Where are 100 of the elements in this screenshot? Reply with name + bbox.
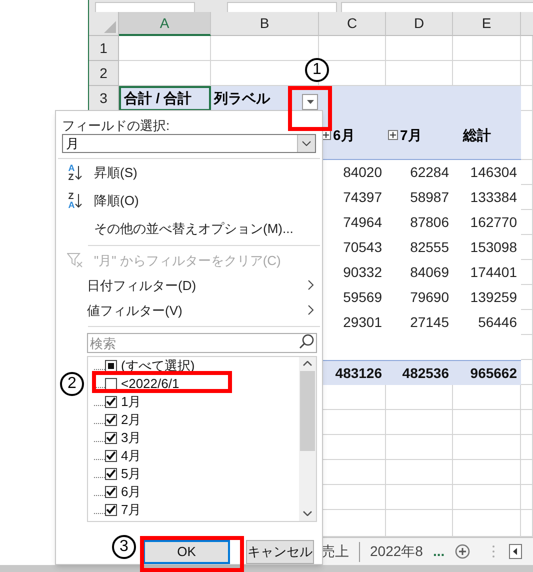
value-cell-text: 84069: [409, 263, 450, 282]
checkbox[interactable]: [105, 414, 117, 426]
grid-cell: [521, 36, 533, 61]
option-label[interactable]: 2月: [121, 410, 142, 430]
grid-cell: [521, 385, 533, 410]
value-cell-text: 79690: [409, 288, 450, 307]
search-field[interactable]: 検索: [87, 333, 317, 354]
value-cell-text: 74397: [342, 188, 383, 207]
menu-item[interactable]: A Z 昇順(S): [56, 158, 322, 187]
row-header[interactable]: 2: [89, 61, 119, 86]
triangle-icon: [104, 21, 116, 33]
grid-cell: [521, 310, 533, 335]
add-sheet-icon[interactable]: [454, 544, 470, 559]
value-cell-text: 84020: [342, 163, 383, 182]
grid-cell: [386, 460, 453, 485]
cancel-button[interactable]: キャンセル: [246, 540, 314, 564]
checkbox[interactable]: [105, 504, 117, 516]
column-header[interactable]: C: [319, 12, 386, 36]
value-cell-text: 90332: [342, 263, 383, 282]
selected-cell[interactable]: 合計 / 合計: [119, 86, 211, 111]
total-cell: 965662: [453, 360, 521, 385]
grid-cell: [521, 360, 533, 385]
value-cell-text: 59569: [342, 288, 383, 307]
checkbox[interactable]: [105, 396, 117, 408]
grid-cell: [521, 185, 533, 210]
option-label[interactable]: 4月: [121, 446, 142, 466]
menu-item[interactable]: Z A 降順(O): [56, 186, 322, 215]
value-cell-text: 153098: [469, 238, 518, 257]
formula-bar-field[interactable]: [227, 2, 337, 12]
value-cell-text: 74964: [342, 213, 383, 232]
row-header[interactable]: 3: [89, 86, 119, 111]
value-cell-text: 56446: [477, 313, 518, 332]
grid-cell: [521, 235, 533, 260]
value-cell-text: 174401: [469, 263, 518, 282]
more-tabs-button[interactable]: ...: [432, 541, 445, 562]
option-label[interactable]: 5月: [121, 464, 142, 484]
value-cell-text: 29301: [342, 313, 383, 332]
checkbox[interactable]: [105, 450, 117, 462]
grid-cell: [521, 460, 533, 485]
ok-button[interactable]: OK: [143, 540, 230, 564]
value-cell-text: 62284: [409, 163, 450, 182]
column-header[interactable]: A: [119, 12, 211, 36]
filter-dropdown-button[interactable]: [302, 94, 318, 110]
column-header[interactable]: E: [453, 12, 521, 36]
pivot-label: 列ラベル: [214, 89, 270, 108]
expand-icon[interactable]: [388, 130, 398, 140]
menu-item[interactable]: その他の並べ替えオプション(M)...: [56, 214, 322, 243]
option-label[interactable]: 6月: [121, 482, 142, 502]
checkbox[interactable]: [105, 432, 117, 444]
checkbox[interactable]: [105, 360, 117, 372]
grid-cell: [521, 86, 533, 111]
pivot-column-header: 6月: [333, 126, 355, 144]
grid-cell: [386, 410, 453, 435]
scroll-left-button[interactable]: [508, 544, 522, 559]
grid-cell: [386, 435, 453, 460]
square-mark-icon: [108, 362, 114, 369]
checkbox[interactable]: [105, 486, 117, 498]
sheet-tab[interactable]: 2022年8: [370, 541, 423, 562]
option-label[interactable]: 7月: [121, 500, 142, 520]
grid-cell: [453, 410, 521, 435]
grid-cell: [521, 111, 533, 160]
menu-item[interactable]: 日付フィルター(D): [56, 272, 322, 298]
column-header[interactable]: B: [211, 12, 319, 36]
grid-cell: [521, 410, 533, 435]
grid-cell: [453, 36, 521, 61]
grid-cell: [453, 385, 521, 410]
annotation-overlay: [288, 86, 332, 131]
value-cell-text: 82555: [409, 238, 450, 257]
value-cell-text: 58987: [409, 188, 450, 207]
menu-item[interactable]: 値フィルター(V): [56, 298, 322, 323]
value-cell-text: 133384: [469, 188, 518, 207]
grid-cell: [521, 335, 533, 360]
scrollbar[interactable]: [299, 356, 316, 521]
checkbox[interactable]: [105, 468, 117, 480]
grid-cell: [521, 61, 533, 86]
value-cell-text: 139259: [469, 288, 518, 307]
value-cell-text: 162770: [469, 213, 518, 232]
caret-icon: [513, 548, 518, 555]
field-label: フィールドの選択:: [61, 117, 171, 134]
grid-cell: [453, 485, 521, 510]
chevron-icon: [302, 141, 311, 146]
pivot-column-header: 総計: [463, 126, 491, 144]
field-select[interactable]: 月: [62, 134, 316, 153]
option-label[interactable]: 1月: [121, 392, 142, 412]
formula-bar-field[interactable]: [341, 2, 533, 12]
grid-cell: [521, 210, 533, 235]
value-cell-text: 27145: [409, 313, 450, 332]
scrollbar-thumb[interactable]: [300, 370, 315, 451]
grid-cell: [386, 36, 453, 61]
grid-cell: [386, 485, 453, 510]
grid-cell: [453, 460, 521, 485]
column-header[interactable]: D: [386, 12, 453, 36]
row-header[interactable]: 1: [89, 36, 119, 61]
option-label[interactable]: 3月: [121, 428, 142, 448]
grid-cell: [453, 435, 521, 460]
grid-cell: [521, 435, 533, 460]
total-cell: 482536: [386, 360, 453, 385]
caret-icon: [306, 100, 314, 104]
clear-filter-icon: [67, 252, 83, 268]
grid-cell: [521, 485, 533, 510]
